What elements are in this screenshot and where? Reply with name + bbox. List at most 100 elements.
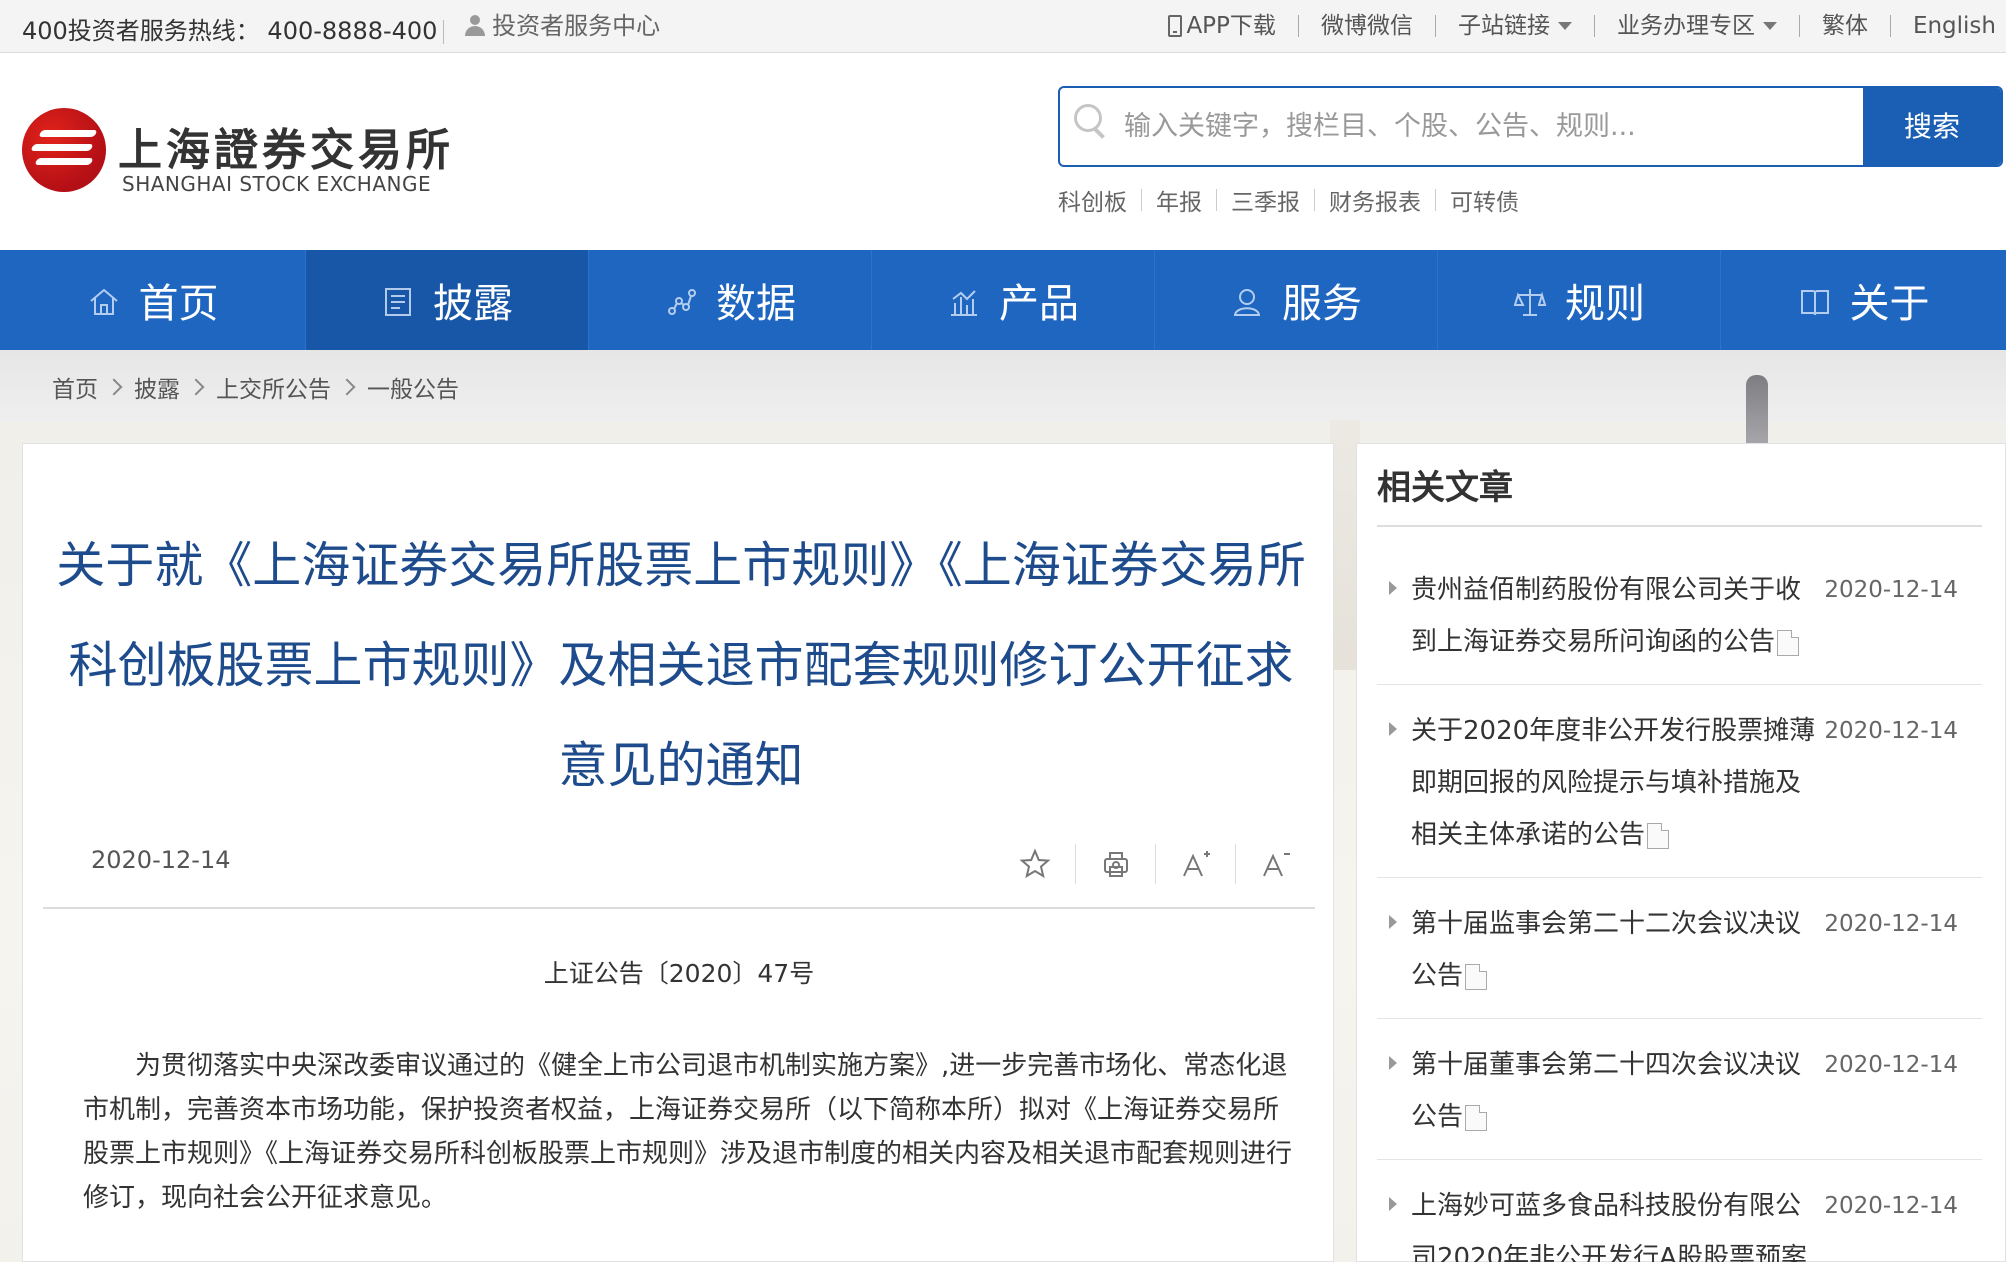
business-zone-label: 业务办理专区 (1616, 13, 1755, 39)
nav-label: 产品 (999, 281, 1079, 327)
chevron-down-icon (1762, 22, 1777, 30)
nav-label: 服务 (1282, 281, 1362, 327)
nav-label: 关于 (1849, 281, 1930, 327)
related-article-date: 2020-12-14 (1824, 911, 1958, 937)
breadcrumb-item-general-announcements[interactable]: 一般公告 (367, 370, 459, 404)
logo-english-name: SHANGHAI STOCK EXCHANGE (122, 172, 432, 196)
top-links: APP下载 微博微信 子站链接 业务办理专区 繁体 English (1168, 10, 1996, 42)
related-article-title: 第十届监事会第二十二次会议决议公告 (1411, 898, 1816, 1002)
print-button[interactable] (1075, 844, 1155, 884)
nav-label: 规则 (1565, 281, 1645, 327)
bullet-icon (1389, 1197, 1397, 1211)
bullet-icon (1389, 915, 1397, 929)
related-article-item[interactable]: 第十届监事会第二十二次会议决议公告 2020-12-14 (1377, 878, 1982, 1019)
phone-icon (1168, 15, 1183, 37)
related-article-title: 关于2020年度非公开发行股票摊薄即期回报的风险提示与填补措施及相关主体承诺的公… (1411, 705, 1816, 861)
related-article-date: 2020-12-14 (1824, 718, 1958, 744)
weibo-wechat-link[interactable]: 微博微信 (1321, 10, 1413, 42)
hot-keyword[interactable]: 可转债 (1450, 183, 1519, 217)
divider (43, 907, 1315, 909)
book-icon (1798, 283, 1832, 317)
app-download-link[interactable]: APP下载 (1168, 10, 1276, 42)
pdf-icon (1465, 963, 1488, 990)
font-decrease-icon (1262, 853, 1290, 877)
main-nav: 首页 披露 数据 产品 服务 规则 关于 (0, 250, 2006, 350)
pdf-icon (1777, 629, 1800, 656)
search-input[interactable] (1124, 88, 1814, 165)
font-increase-button[interactable] (1155, 844, 1235, 884)
logo-chinese-name: 上海證券交易所 (118, 125, 454, 176)
hot-keyword[interactable]: 三季报 (1231, 183, 1300, 217)
related-article-text: 贵州益佰制药股份有限公司关于收到上海证券交易所问询函的公告 (1411, 575, 1802, 657)
user-icon (1230, 283, 1264, 317)
favorite-button[interactable] (995, 844, 1075, 884)
related-article-date: 2020-12-14 (1824, 1193, 1958, 1219)
nav-item-data[interactable]: 数据 (589, 250, 872, 350)
related-article-item[interactable]: 贵州益佰制药股份有限公司关于收到上海证券交易所问询函的公告 2020-12-14 (1377, 544, 1982, 685)
related-article-text: 关于2020年度非公开发行股票摊薄即期回报的风险提示与填补措施及相关主体承诺的公… (1411, 716, 1816, 850)
app-download-label: APP下载 (1186, 13, 1276, 39)
bullet-icon (1389, 1056, 1397, 1070)
article-panel: 关于就《上海证券交易所股票上市规则》《上海证券交易所科创板股票上市规则》及相关退… (22, 443, 1334, 1262)
pdf-icon (1465, 1104, 1488, 1131)
search-button[interactable]: 搜索 (1863, 88, 2001, 165)
traditional-chinese-link[interactable]: 繁体 (1822, 10, 1868, 42)
nav-item-home[interactable]: 首页 (0, 250, 306, 350)
nav-item-products[interactable]: 产品 (872, 250, 1155, 350)
bullet-icon (1389, 581, 1397, 595)
related-article-item[interactable]: 上海妙可蓝多食品科技股份有限公司2020年非公开发行A股股票预案 2020-12… (1377, 1160, 1982, 1262)
related-article-title: 贵州益佰制药股份有限公司关于收到上海证券交易所问询函的公告 (1411, 564, 1816, 668)
article-tools (995, 844, 1315, 884)
nav-item-disclosure[interactable]: 披露 (306, 250, 589, 350)
nav-label: 数据 (716, 281, 796, 327)
document-icon (381, 283, 415, 317)
breadcrumb: 首页 披露 上交所公告 一般公告 (52, 370, 459, 404)
english-link[interactable]: English (1913, 10, 1996, 42)
star-icon (1019, 848, 1051, 879)
person-icon (462, 13, 488, 39)
pdf-icon (1647, 822, 1670, 849)
related-article-date: 2020-12-14 (1824, 577, 1958, 603)
related-article-item[interactable]: 第十届董事会第二十四次会议决议公告 2020-12-14 (1377, 1019, 1982, 1160)
breadcrumb-band: 首页 披露 上交所公告 一般公告 (0, 350, 2006, 422)
business-zone-dropdown[interactable]: 业务办理专区 (1617, 10, 1777, 42)
related-article-item[interactable]: 关于2020年度非公开发行股票摊薄即期回报的风险提示与填补措施及相关主体承诺的公… (1377, 685, 1982, 878)
font-decrease-button[interactable] (1235, 844, 1315, 884)
breadcrumb-item-sse-announcements[interactable]: 上交所公告 (216, 370, 331, 404)
header: 上海證券交易所 SHANGHAI STOCK EXCHANGE 搜索 科创板 年… (0, 53, 2006, 250)
chevron-right-icon (105, 378, 123, 396)
sse-logo[interactable]: 上海證券交易所 SHANGHAI STOCK EXCHANGE (22, 108, 452, 198)
related-articles-heading: 相关文章 (1377, 464, 1982, 527)
article-title: 关于就《上海证券交易所股票上市规则》《上海证券交易所科创板股票上市规则》及相关退… (56, 537, 1306, 794)
nav-label: 首页 (138, 281, 219, 327)
hot-keyword[interactable]: 科创板 (1058, 183, 1127, 217)
related-article-title: 第十届董事会第二十四次会议决议公告 (1411, 1039, 1816, 1143)
related-article-text: 上海妙可蓝多食品科技股份有限公司2020年非公开发行A股股票预案 (1411, 1191, 1807, 1262)
investor-service-link[interactable]: 投资者服务中心 (462, 10, 660, 42)
font-increase-icon (1182, 851, 1210, 877)
printer-icon (1103, 852, 1128, 877)
bullet-icon (1389, 722, 1397, 736)
breadcrumb-item-disclosure[interactable]: 披露 (134, 370, 180, 404)
document-number: 上证公告〔2020〕47号 (543, 959, 815, 988)
subsite-links-label: 子站链接 (1457, 13, 1550, 39)
nav-item-services[interactable]: 服务 (1155, 250, 1438, 350)
hot-keyword[interactable]: 财务报表 (1329, 183, 1421, 217)
chart-icon (664, 283, 698, 317)
hotline-text: 400投资者服务热线： 400-8888-400 (22, 17, 438, 45)
breadcrumb-item-home[interactable]: 首页 (52, 370, 98, 404)
top-bar: 400投资者服务热线： 400-8888-400 投资者服务中心 APP下载 微… (0, 0, 2006, 53)
hot-keywords: 科创板 年报 三季报 财务报表 可转债 (1058, 183, 1519, 217)
scale-icon (1513, 283, 1547, 317)
search-icon (1074, 104, 1108, 138)
investor-service-label: 投资者服务中心 (492, 12, 661, 40)
related-articles-list: 贵州益佰制药股份有限公司关于收到上海证券交易所问询函的公告 2020-12-14… (1377, 544, 1982, 1262)
nav-item-rules[interactable]: 规则 (1438, 250, 1721, 350)
subsite-links-dropdown[interactable]: 子站链接 (1458, 10, 1572, 42)
hot-keyword[interactable]: 年报 (1156, 183, 1202, 217)
nav-item-about[interactable]: 关于 (1721, 250, 2006, 350)
hotline: 400投资者服务热线： 400-8888-400 投资者服务中心 (22, 10, 660, 47)
chevron-right-icon (338, 378, 356, 396)
product-icon (947, 283, 981, 317)
home-icon (87, 283, 121, 317)
